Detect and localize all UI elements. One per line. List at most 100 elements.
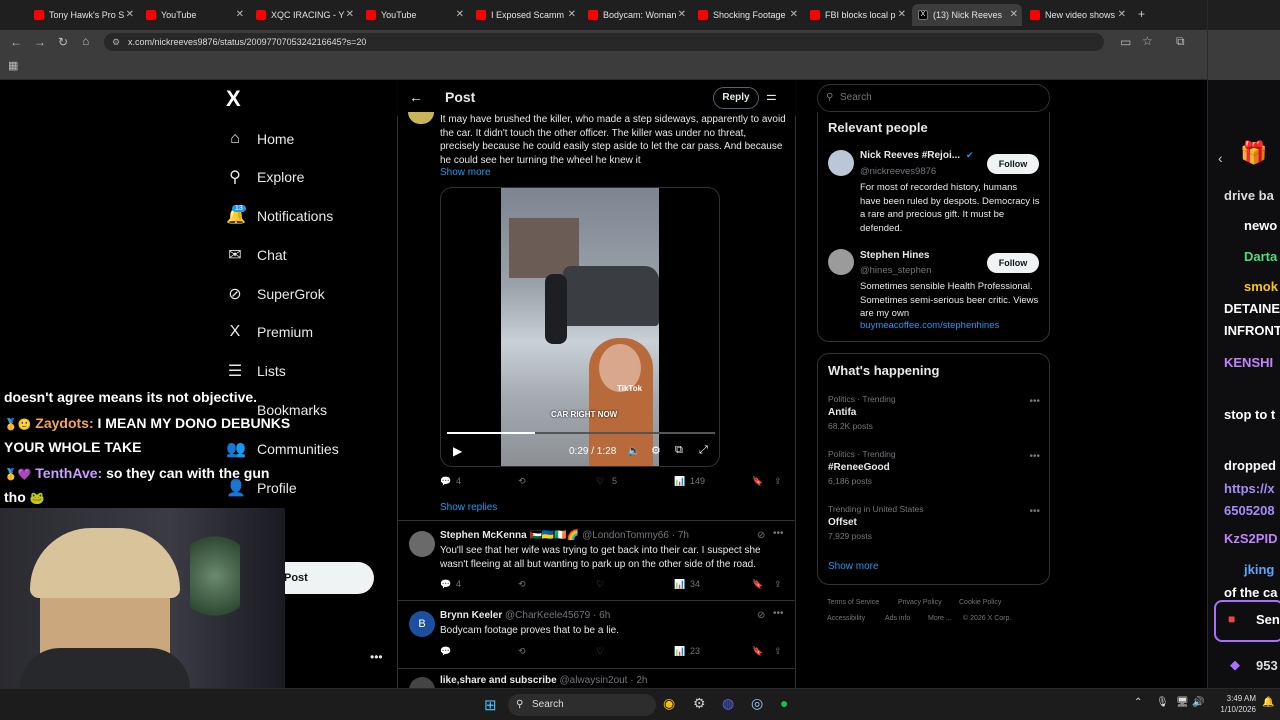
like-icon[interactable]: ♡: [596, 579, 604, 590]
nav-item-communities[interactable]: 👥 Communities: [226, 437, 339, 461]
spotify-icon[interactable]: ●: [780, 695, 788, 711]
filter-settings-icon[interactable]: ⚌: [766, 89, 777, 103]
close-tab-icon[interactable]: ✕: [456, 9, 464, 20]
clock[interactable]: 3:49 AM 1/10/2026: [1212, 693, 1256, 715]
close-tab-icon[interactable]: ✕: [898, 9, 906, 20]
post-button[interactable]: Post: [284, 562, 374, 594]
person-link[interactable]: buymeacoffee.com/stephenhines: [860, 320, 999, 331]
footer-link[interactable]: Terms of Service: [827, 599, 879, 606]
footer-link[interactable]: Cookie Policy: [959, 599, 1001, 606]
browser-tab[interactable]: Shocking Footage ✕: [692, 4, 802, 26]
browser-tab[interactable]: XQC IRACING - Y ✕: [250, 4, 358, 26]
reply-author-handle[interactable]: @alwaysin2out: [560, 675, 628, 686]
browser-tab[interactable]: Tony Hawk's Pro S ✕: [28, 4, 138, 26]
volume-icon[interactable]: 🔊: [1192, 697, 1204, 708]
x-logo[interactable]: X: [226, 86, 241, 112]
close-tab-icon[interactable]: ✕: [236, 9, 244, 20]
reply-author-name[interactable]: Brynn Keeler: [440, 610, 502, 621]
browser-tab[interactable]: X (13) Nick Reeves ✕: [912, 4, 1022, 26]
pip-icon[interactable]: ⧉: [675, 444, 683, 457]
nav-item-premium[interactable]: X Premium: [226, 320, 313, 344]
person-name[interactable]: Stephen Hines: [860, 250, 929, 261]
back-arrow-icon[interactable]: ←: [409, 89, 423, 105]
reply-item[interactable]: like,share and subscribe @alwaysin2out ·…: [397, 668, 796, 703]
person-avatar[interactable]: [828, 249, 854, 275]
share-icon[interactable]: ⇪: [774, 476, 782, 487]
new-tab-button[interactable]: +: [1138, 7, 1145, 21]
bookmark-star-icon[interactable]: ☆: [1142, 34, 1153, 48]
reply-item[interactable]: B Brynn Keeler @CharKeele45679 · 6h ⊘ ••…: [397, 600, 796, 666]
show-more-link[interactable]: Show more: [440, 166, 491, 180]
like-icon[interactable]: ♡: [596, 646, 604, 657]
close-tab-icon[interactable]: ✕: [346, 9, 354, 20]
browser-tab[interactable]: YouTube ✕: [360, 4, 468, 26]
search-input[interactable]: ⚲ Search: [817, 84, 1050, 112]
close-tab-icon[interactable]: ✕: [1010, 9, 1018, 20]
browser-tab[interactable]: New video shows ✕: [1024, 4, 1130, 26]
nav-item-lists[interactable]: ☰ Lists: [226, 359, 286, 383]
tray-chevron-icon[interactable]: ⌃: [1134, 697, 1142, 708]
notifications-icon[interactable]: 🔔: [1262, 697, 1274, 708]
steam-icon[interactable]: ◎: [751, 695, 763, 712]
video-player[interactable]: TikTok CAR RIGHT NOW ▶ 0:29 / 1:28 🔈 ⚙ ⧉…: [440, 187, 720, 467]
browser-tab[interactable]: YouTube ✕: [140, 4, 248, 26]
chrome-icon[interactable]: ◉: [663, 695, 675, 712]
taskbar-search[interactable]: ⚲ Search: [508, 694, 656, 716]
nav-item-supergrok[interactable]: ⊘ SuperGrok: [226, 282, 324, 306]
apps-grid-icon[interactable]: ▦: [8, 59, 18, 72]
reply-item[interactable]: Stephen McKenna 🇵🇸🇺🇦🇮🇪🌈 @LondonTommy66 ·…: [397, 520, 796, 598]
nav-item-explore[interactable]: ⚲ Explore: [226, 165, 304, 189]
share-icon[interactable]: ⇪: [774, 646, 782, 657]
channel-points-icon[interactable]: ◆: [1230, 657, 1240, 673]
fullscreen-icon[interactable]: ⤢: [699, 444, 708, 457]
trend-item[interactable]: Trending in United States Offset 7,929 pos…: [828, 504, 1040, 552]
reload-icon[interactable]: ↻: [58, 35, 68, 49]
more-icon[interactable]: •••: [1029, 451, 1040, 462]
bookmark-icon[interactable]: 🔖: [752, 476, 763, 487]
site-info-icon[interactable]: ⚙: [112, 33, 120, 51]
back-icon[interactable]: ←: [10, 35, 22, 49]
discord-icon[interactable]: ◍: [722, 695, 734, 712]
windows-start-icon[interactable]: ⊞: [484, 696, 497, 714]
share-icon[interactable]: ⇪: [774, 579, 782, 590]
browser-tab[interactable]: Bodycam: Woman ✕: [582, 4, 690, 26]
person-avatar[interactable]: [828, 150, 854, 176]
reply-author-name[interactable]: like,share and subscribe: [440, 675, 557, 686]
settings-icon[interactable]: ⚙: [693, 695, 706, 712]
close-tab-icon[interactable]: ✕: [1118, 9, 1126, 20]
reply-author-handle[interactable]: @CharKeele45679: [505, 610, 590, 621]
follow-button[interactable]: Follow: [987, 253, 1039, 273]
footer-link[interactable]: Privacy Policy: [898, 599, 942, 606]
more-icon[interactable]: •••: [1029, 396, 1040, 407]
cast-icon[interactable]: ▭: [1120, 35, 1131, 49]
reply-icon[interactable]: 💬: [440, 476, 451, 487]
retweet-icon[interactable]: ⟲: [518, 579, 526, 590]
more-icon[interactable]: •••: [773, 608, 784, 619]
url-bar[interactable]: ⚙ x.com/nickreeves9876/status/2009770705…: [104, 33, 1104, 51]
play-icon[interactable]: ▶: [453, 444, 462, 458]
reply-icon[interactable]: 💬: [440, 579, 451, 590]
volume-icon[interactable]: 🔈: [627, 444, 641, 457]
show-replies-link[interactable]: Show replies: [440, 501, 497, 515]
person-name[interactable]: Nick Reeves #Rejoi...: [860, 150, 960, 161]
video-progress-track[interactable]: [447, 432, 715, 434]
close-tab-icon[interactable]: ✕: [126, 9, 134, 20]
grok-icon[interactable]: ⊘: [757, 530, 765, 541]
close-tab-icon[interactable]: ✕: [678, 9, 686, 20]
trend-item[interactable]: Politics · Trending #ReneeGood 6,186 posts…: [828, 449, 1040, 497]
trend-item[interactable]: Politics · Trending Antifa 68.2K posts •••: [828, 394, 1040, 442]
footer-link[interactable]: Ads info: [885, 615, 910, 622]
account-more-icon[interactable]: •••: [370, 650, 383, 664]
nav-item-chat[interactable]: ✉ Chat: [226, 243, 286, 267]
grok-icon[interactable]: ⊘: [757, 610, 765, 621]
bookmark-icon[interactable]: 🔖: [752, 579, 763, 590]
follow-button[interactable]: Follow: [987, 154, 1039, 174]
send-button-highlight[interactable]: [1214, 600, 1280, 642]
reply-button[interactable]: Reply: [713, 87, 759, 109]
reply-icon[interactable]: 💬: [440, 646, 451, 657]
views-icon[interactable]: 📊: [674, 476, 685, 487]
reply-avatar[interactable]: [409, 531, 435, 557]
like-icon[interactable]: ♡: [596, 476, 604, 487]
close-tab-icon[interactable]: ✕: [790, 9, 798, 20]
more-icon[interactable]: •••: [1029, 506, 1040, 517]
